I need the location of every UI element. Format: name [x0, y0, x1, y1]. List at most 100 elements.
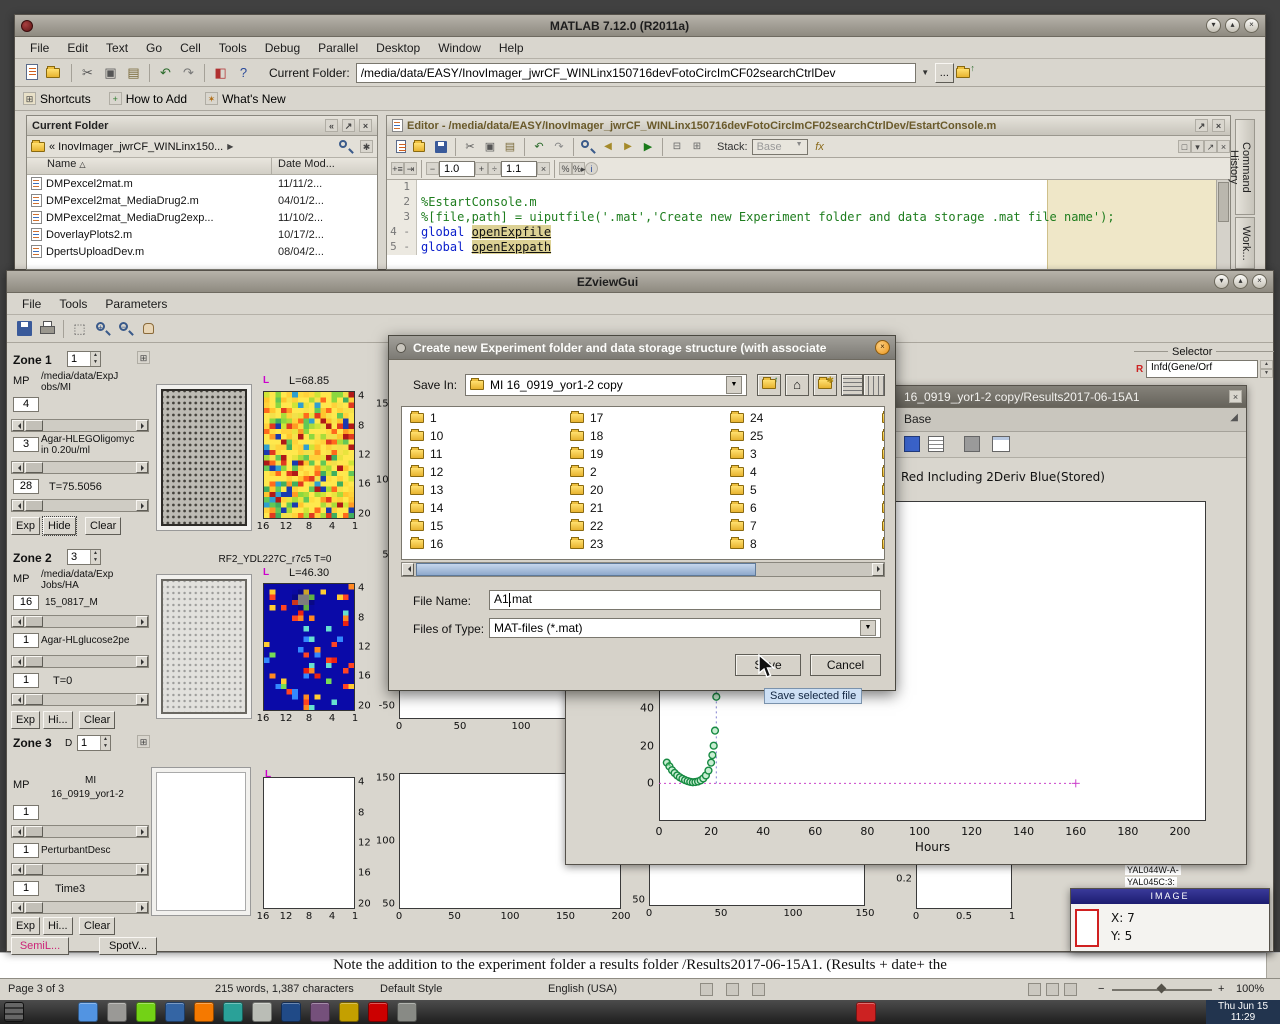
new-folder-button[interactable]: ✱ — [813, 374, 837, 396]
menu-edit[interactable]: Edit — [58, 39, 97, 57]
zone1-spinner[interactable]: 1▲▼ — [67, 351, 101, 367]
slider-thumb[interactable] — [25, 462, 43, 473]
page-indicator[interactable]: Page 3 of 3 — [8, 983, 64, 995]
folder-item[interactable]: 14 — [408, 499, 564, 517]
next-cell-icon[interactable]: ⇥ — [404, 162, 417, 175]
zoom-level[interactable]: 100% — [1236, 983, 1264, 995]
zone2-heatmap[interactable]: 161284148121620 — [263, 583, 355, 711]
file-row[interactable]: DpertsUploadDev.m08/04/2... — [27, 243, 377, 260]
chevron-down-icon[interactable]: ▼ — [726, 376, 742, 394]
copy-icon[interactable]: ▣ — [101, 63, 120, 82]
files-of-type-dropdown[interactable]: MAT-files (*.mat) ▼ — [489, 618, 881, 638]
open-file-icon[interactable] — [46, 63, 65, 82]
editor-back-icon[interactable]: ◀ — [600, 139, 616, 155]
zoom-out-icon[interactable]: − — [116, 319, 135, 338]
zone1-media-edit[interactable]: 3 — [13, 437, 39, 452]
slider-left-arrow[interactable] — [12, 420, 24, 431]
folder-item[interactable]: 3 — [728, 445, 884, 463]
zone1-hide-button[interactable]: Hide — [43, 517, 76, 535]
taskbar-app-icon[interactable] — [368, 1002, 388, 1022]
taskbar-app-icon[interactable] — [281, 1002, 301, 1022]
folder-item[interactable]: 6 — [728, 499, 884, 517]
folder-item[interactable]: 15 — [408, 517, 564, 535]
editor-copy-icon[interactable]: ▣ — [482, 139, 498, 155]
zone2-plate-image[interactable] — [156, 574, 252, 719]
folder-dropdown-button[interactable]: ▼ — [918, 63, 933, 82]
gear-icon[interactable]: ✱ — [360, 140, 373, 153]
breadcrumb[interactable]: « InovImager_jwrCF_WINLinx150... — [49, 141, 223, 153]
zone1-dock-icon[interactable]: ⊞ — [137, 351, 150, 364]
folder-item[interactable]: 1 — [408, 409, 564, 427]
scrollbar-left-arrow[interactable] — [402, 563, 414, 576]
editor-scrollbar[interactable] — [1216, 180, 1230, 269]
slider-right-arrow[interactable] — [136, 462, 148, 473]
folder-item[interactable] — [880, 445, 885, 463]
taskbar-app-icon[interactable] — [223, 1002, 243, 1022]
editor-undock-icon[interactable]: ↗ — [1195, 119, 1208, 132]
zone2-slider-2[interactable] — [11, 655, 149, 668]
taskbar-app-icon[interactable] — [136, 1002, 156, 1022]
maximize-button[interactable]: ▴ — [1225, 18, 1240, 33]
slider-left-arrow[interactable] — [12, 462, 24, 473]
increase-value-button[interactable]: + — [475, 162, 488, 175]
info-icon[interactable]: i — [585, 162, 598, 175]
slider-right-arrow[interactable] — [136, 656, 148, 667]
zone2-spinner[interactable]: 3▲▼ — [67, 549, 101, 565]
zone2-slider-1[interactable] — [11, 615, 149, 628]
ezview-maximize-button[interactable]: ▴ — [1233, 274, 1248, 289]
dialog-close-icon[interactable]: × — [875, 340, 890, 355]
results-close-icon[interactable]: × — [1229, 390, 1242, 403]
folder-item[interactable]: 24 — [728, 409, 884, 427]
single-page-view-icon[interactable] — [1028, 983, 1041, 996]
eval-cell-icon[interactable]: % — [559, 162, 572, 175]
folder-item[interactable]: 22 — [568, 517, 724, 535]
menu-file[interactable]: File — [21, 39, 58, 57]
taskbar-app-icon[interactable] — [252, 1002, 272, 1022]
zone3-exp-button[interactable]: Exp — [11, 917, 40, 935]
zone1-clear-button[interactable]: Clear — [85, 517, 121, 535]
selection-mode-icon[interactable] — [726, 983, 739, 996]
folder-item[interactable]: 17 — [568, 409, 724, 427]
selector-down-icon[interactable]: ▼ — [1260, 369, 1273, 378]
cancel-button[interactable]: Cancel — [810, 654, 881, 676]
current-folder-input[interactable] — [356, 63, 916, 83]
slider-left-arrow[interactable] — [12, 656, 24, 667]
book-view-icon[interactable] — [1064, 983, 1077, 996]
up-one-level-button[interactable]: ↑ — [757, 374, 781, 396]
cell-value-2[interactable] — [501, 161, 537, 177]
zone1-heatmap[interactable]: 161284148121620 — [263, 391, 355, 519]
editor-split-icon[interactable]: ↗ — [1204, 140, 1217, 153]
shortcut-how-to-add[interactable]: How to Add — [126, 92, 187, 106]
folder-item[interactable]: 7 — [728, 517, 884, 535]
taskbar-app-icon[interactable] — [194, 1002, 214, 1022]
divide-value-button[interactable]: ÷ — [488, 162, 501, 175]
zone3-slider-2[interactable] — [11, 863, 149, 876]
menu-text[interactable]: Text — [97, 39, 137, 57]
menu-parallel[interactable]: Parallel — [309, 39, 367, 57]
menu-window[interactable]: Window — [429, 39, 490, 57]
insert-mode-icon[interactable] — [700, 983, 713, 996]
slider-thumb[interactable] — [25, 420, 43, 431]
ezview-minimize-button[interactable]: ▾ — [1214, 274, 1229, 289]
slider-thumb[interactable] — [25, 656, 43, 667]
menu-cell[interactable]: Cell — [171, 39, 210, 57]
slider-right-arrow[interactable] — [136, 500, 148, 511]
tab-command-history[interactable]: Command History — [1235, 119, 1255, 215]
taskbar-app-icon[interactable] — [165, 1002, 185, 1022]
matlab-titlebar[interactable]: MATLAB 7.12.0 (R2011a) ▾ ▴ × — [15, 15, 1265, 37]
zone1-exp-button[interactable]: Exp — [11, 517, 40, 535]
folder-item[interactable]: 5 — [728, 481, 884, 499]
zone1-slider-2[interactable] — [11, 461, 149, 474]
zone1-plate-image[interactable] — [156, 384, 252, 531]
file-row[interactable]: DMPexcel2mat.m11/11/2... — [27, 175, 377, 192]
taskbar-app-icon[interactable] — [397, 1002, 417, 1022]
dialog-h-scrollbar[interactable] — [401, 562, 885, 577]
zone3-plate-image[interactable] — [151, 767, 251, 916]
editor-forward-icon[interactable]: ▶ — [620, 139, 636, 155]
zone3-slider-1[interactable] — [11, 825, 149, 838]
layout-icon[interactable] — [992, 436, 1010, 452]
save-in-dropdown[interactable]: MI 16_0919_yor1-2 copy ▼ — [465, 374, 747, 396]
folder-item[interactable] — [880, 535, 885, 553]
breadcrumb-arrow-icon[interactable]: ▶ — [227, 142, 233, 151]
folder-item[interactable]: 20 — [568, 481, 724, 499]
